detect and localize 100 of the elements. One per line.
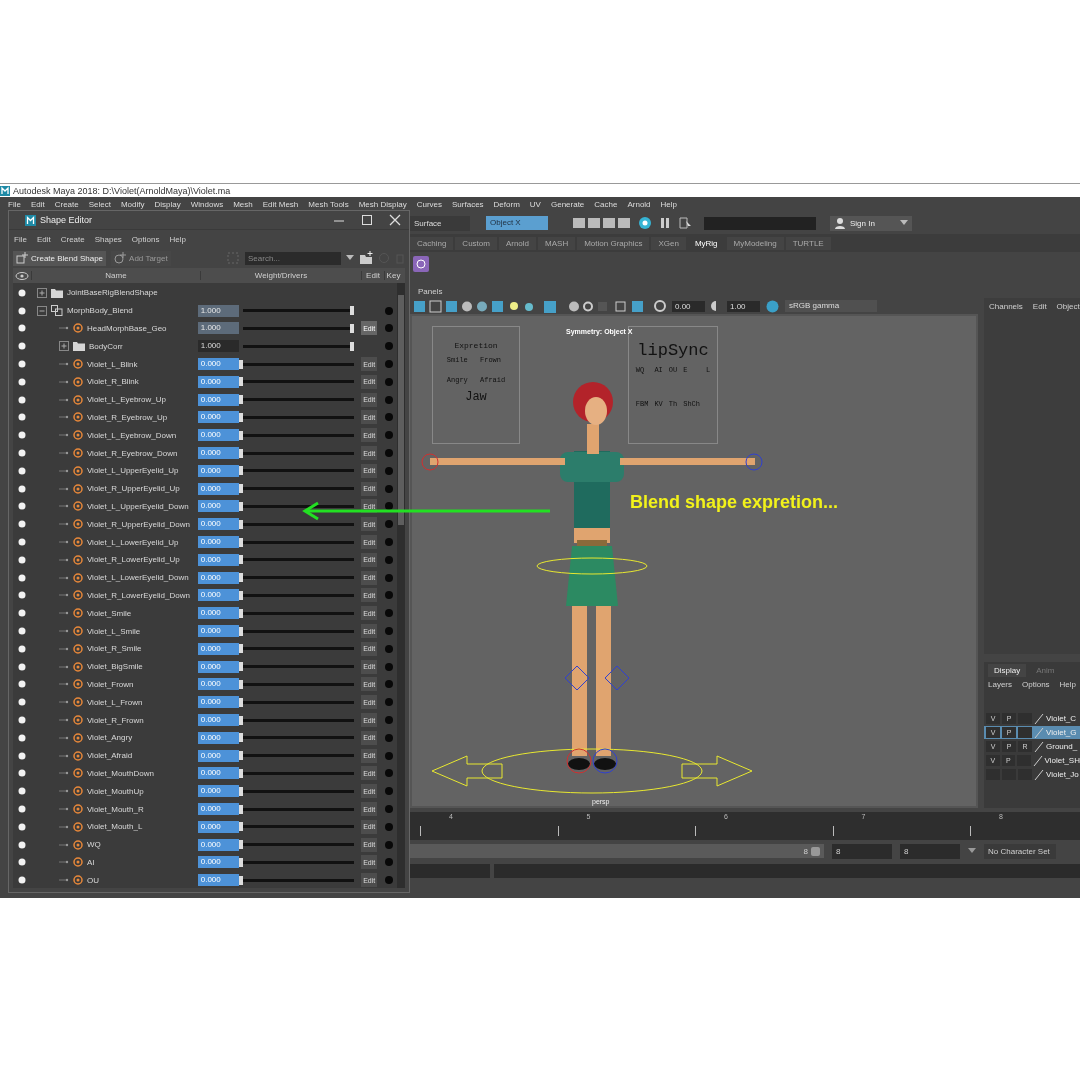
key-dot-icon[interactable] — [383, 768, 394, 779]
shelf-tab[interactable]: XGen — [651, 236, 686, 250]
slider-thumb[interactable] — [238, 875, 243, 885]
layer-row[interactable]: Violet_Jo — [984, 768, 1080, 781]
slider-thumb[interactable] — [238, 857, 243, 867]
visibility-dot-icon[interactable] — [17, 608, 27, 619]
target-name[interactable]: Violet_Angry — [86, 733, 133, 743]
menu-item[interactable]: Windows — [185, 200, 229, 209]
caret-icon[interactable] — [346, 255, 354, 261]
shelf-tab[interactable]: Custom — [455, 236, 497, 250]
key-dot-icon[interactable] — [383, 519, 394, 530]
slider-thumb[interactable] — [238, 395, 243, 405]
create-blend-shape-button[interactable]: Create Blend Shape — [13, 250, 107, 266]
visibility-dot-icon[interactable] — [17, 590, 27, 601]
character-set-dropdown[interactable]: No Character Set — [984, 843, 1056, 859]
slider-thumb[interactable] — [238, 466, 243, 476]
shelf-tab[interactable]: MASH — [538, 236, 576, 250]
range-end-field[interactable]: 8 — [900, 843, 960, 859]
key-dot-icon[interactable] — [383, 554, 394, 565]
menu-item[interactable]: Cache — [589, 200, 623, 209]
symmetry-field[interactable]: Object X — [486, 216, 548, 230]
render-toolbar-icons[interactable] — [572, 216, 632, 230]
shelf-tab[interactable]: MyModeling — [726, 236, 784, 250]
target-name[interactable]: Violet_R_Frown — [86, 715, 144, 725]
menu-item[interactable]: Deform — [488, 200, 525, 209]
menu-item[interactable]: Create — [49, 200, 84, 209]
weight-slider[interactable] — [242, 341, 355, 351]
target-name[interactable]: Violet_L_Smile — [86, 626, 141, 636]
slider-thumb[interactable] — [238, 359, 243, 369]
shelf-tab[interactable]: Arnold — [498, 236, 537, 250]
slider-thumb[interactable] — [238, 484, 243, 494]
key-dot-icon[interactable] — [383, 750, 394, 761]
visibility-dot-icon[interactable] — [17, 483, 27, 494]
layer-menu-item[interactable]: Layers — [988, 680, 1012, 689]
menu-item[interactable]: UV — [524, 200, 546, 209]
menu-item[interactable]: Help — [655, 200, 682, 209]
menu-item[interactable]: Generate — [545, 200, 590, 209]
visibility-dot-icon[interactable] — [17, 376, 27, 387]
shelf-tab[interactable]: Caching — [410, 236, 454, 250]
pause-icon[interactable] — [658, 216, 672, 230]
scrollbar[interactable] — [397, 283, 405, 888]
slider-thumb[interactable] — [238, 822, 243, 832]
slider-thumb[interactable] — [238, 448, 243, 458]
visibility-dot-icon[interactable] — [17, 626, 27, 637]
ipr-icon[interactable] — [638, 216, 652, 230]
slider-thumb[interactable] — [238, 519, 243, 529]
slider-thumb[interactable] — [238, 644, 243, 654]
visibility-dot-icon[interactable] — [17, 341, 27, 352]
slider-thumb[interactable] — [238, 786, 243, 796]
key-dot-icon[interactable] — [383, 412, 394, 423]
color-management-icon[interactable] — [766, 299, 779, 313]
slider-thumb[interactable] — [238, 501, 243, 511]
slider-thumb[interactable] — [238, 573, 243, 583]
target-name[interactable]: BodyCorr — [88, 341, 123, 351]
slider-thumb[interactable] — [238, 768, 243, 778]
weight-field[interactable]: 1.000 — [197, 340, 239, 353]
key-dot-icon[interactable] — [383, 448, 394, 459]
key-dot-icon[interactable] — [383, 643, 394, 654]
target-name[interactable]: Violet_L_Blink — [86, 359, 138, 369]
menu-item[interactable]: Edit — [25, 200, 50, 209]
gamma-field[interactable]: 1.00 — [727, 300, 760, 312]
range-handle[interactable] — [811, 846, 820, 856]
target-name[interactable]: JointBaseRigBlendShape — [66, 288, 158, 298]
key-dot-icon[interactable] — [383, 875, 394, 886]
target-name[interactable]: MorphBody_Blend — [66, 306, 133, 316]
key-dot-icon[interactable] — [383, 376, 394, 387]
target-name[interactable]: Violet_MouthDown — [86, 768, 154, 778]
column-header[interactable]: Edit — [361, 271, 384, 280]
key-dot-icon[interactable] — [383, 732, 394, 743]
target-name[interactable]: Violet_R_UpperEyelid_Up — [86, 484, 180, 494]
slider-thumb[interactable] — [238, 804, 243, 814]
weight-field[interactable]: 1.000 — [197, 304, 239, 317]
target-name[interactable]: Violet_R_LowerEyelid_Down — [86, 590, 190, 600]
menu-item[interactable]: Edit Mesh — [257, 200, 304, 209]
visibility-dot-icon[interactable] — [17, 554, 27, 565]
visibility-dot-icon[interactable] — [17, 732, 27, 743]
menu-item[interactable]: Arnold — [622, 200, 656, 209]
visibility-dot-icon[interactable] — [17, 804, 27, 814]
slider-thumb[interactable] — [238, 662, 243, 672]
visibility-dot-icon[interactable] — [17, 430, 27, 441]
weight-slider[interactable] — [242, 324, 355, 333]
input-field[interactable] — [704, 216, 816, 230]
maximize-icon[interactable] — [361, 214, 373, 226]
menu-item[interactable]: Mesh Display — [353, 200, 412, 209]
target-name[interactable]: Violet_Smile — [86, 608, 132, 618]
column-header[interactable]: Weight/Drivers — [200, 271, 361, 280]
weight-field[interactable]: 1.000 — [197, 322, 239, 335]
target-name[interactable]: Violet_L_Eyebrow_Up — [86, 395, 166, 405]
new-folder-icon[interactable] — [359, 251, 373, 265]
target-name[interactable]: Violet_R_Eyebrow_Up — [86, 412, 168, 422]
target-name[interactable]: Violet_L_UpperEyelid_Down — [86, 501, 189, 511]
target-name[interactable]: Violet_MouthUp — [86, 786, 144, 796]
slider-thumb[interactable] — [238, 840, 243, 850]
target-name[interactable]: AI — [86, 857, 95, 867]
key-dot-icon[interactable] — [383, 786, 394, 797]
visibility-dot-icon[interactable] — [17, 768, 27, 779]
panel-menu-item[interactable]: Panels — [418, 286, 443, 296]
visibility-dot-icon[interactable] — [17, 697, 27, 708]
slider-thumb[interactable] — [238, 377, 243, 387]
target-name[interactable]: Violet_Mouth_L — [86, 822, 143, 832]
